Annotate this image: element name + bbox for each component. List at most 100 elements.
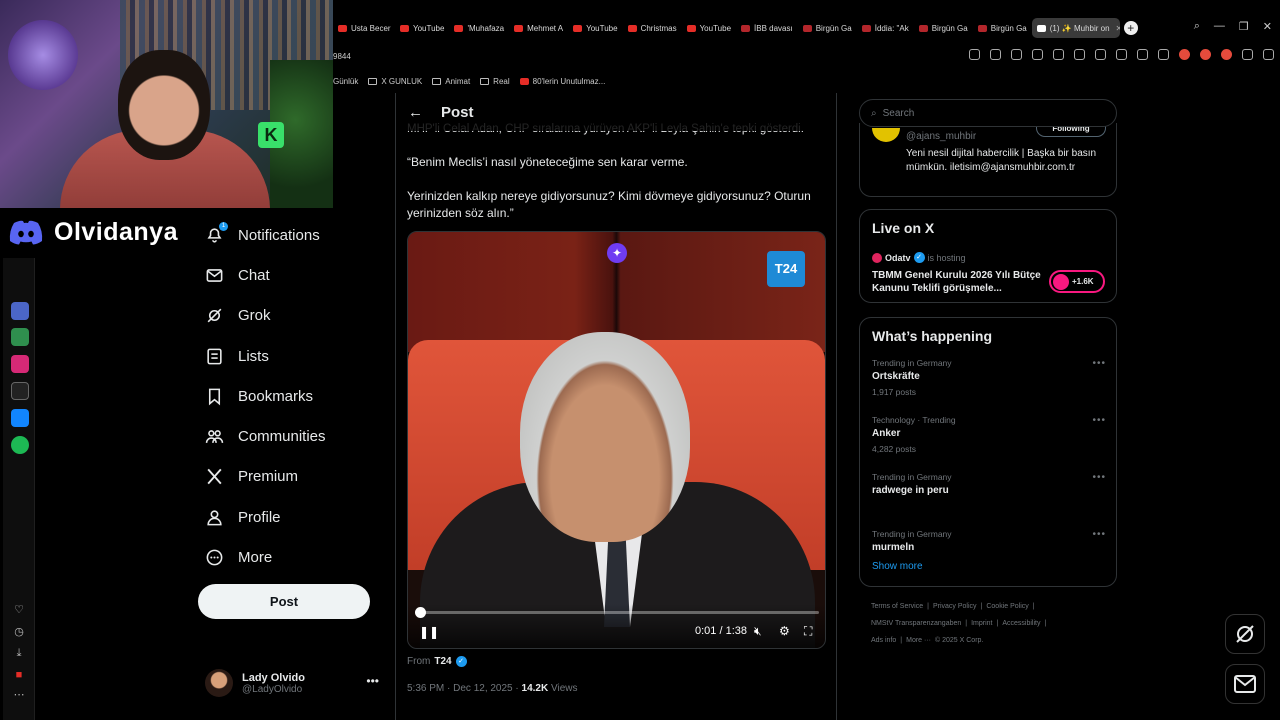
footer-link[interactable]: Imprint [971, 620, 992, 627]
footer-link[interactable]: Cookie Policy [986, 603, 1028, 610]
search-box[interactable]: ⌕ [859, 99, 1117, 127]
video-progress-bar[interactable] [415, 607, 819, 618]
trend-more-icon[interactable]: ••• [1092, 415, 1106, 426]
play-icon[interactable] [1074, 49, 1085, 60]
ublock-icon[interactable] [1221, 49, 1232, 60]
edit-icon[interactable] [990, 49, 1001, 60]
trend-item[interactable]: Trending in Germany Ortskräfte 1,917 posts… [872, 358, 1106, 397]
browser-tab[interactable]: İddia: "Ak [857, 18, 914, 38]
live-broadcast-title[interactable]: TBMM Genel Kurulu 2026 Yılı Bütçe Kanunu… [872, 269, 1042, 295]
trend-more-icon[interactable]: ••• [1092, 472, 1106, 483]
nav-item-notifications[interactable]: 1 Notifications [195, 215, 395, 255]
account-more-icon[interactable]: ••• [366, 674, 379, 688]
more-dots-icon[interactable]: ⋯ [12, 688, 26, 702]
download-icon[interactable] [1137, 49, 1148, 60]
browser-tab[interactable]: İBB davası [736, 18, 798, 38]
close-tab-icon[interactable]: ✕ [1116, 24, 1120, 33]
live-host[interactable]: Odatv ✓ is hosting [872, 252, 966, 263]
bookmark-item[interactable]: Günlük [333, 77, 358, 86]
nav-item-lists[interactable]: Lists [195, 336, 395, 376]
fullscreen-icon[interactable]: ⛶ [804, 624, 812, 639]
live-listeners-pill[interactable]: +1.6K [1049, 270, 1105, 293]
app-a-icon[interactable] [11, 302, 29, 320]
menu-icon[interactable] [1158, 49, 1169, 60]
screenshot-icon[interactable] [1011, 49, 1022, 60]
nav-item-grok[interactable]: Grok [195, 296, 395, 336]
extension-icon[interactable] [1053, 49, 1064, 60]
profile-handle[interactable]: @ajans_muhbir [906, 131, 976, 142]
x-app-icon[interactable] [11, 382, 29, 400]
spotify-icon[interactable] [11, 436, 29, 454]
browser-tab[interactable]: Mehmet A [509, 18, 568, 38]
video-player[interactable]: ✦ T24 ❚❚ 0:01 / 1:38 🔇︎ ⚙ ⛶ [407, 231, 826, 649]
video-scrubber-handle[interactable] [415, 607, 427, 618]
mute-icon[interactable]: 🔇︎ [754, 624, 762, 639]
lock-icon[interactable] [1242, 49, 1253, 60]
maximize-button[interactable]: ❐ [1239, 20, 1249, 33]
browser-tab[interactable]: Birgün Ga [914, 18, 973, 38]
nav-item-chat[interactable]: Chat [195, 255, 395, 295]
trend-more-icon[interactable]: ••• [1092, 358, 1106, 369]
footer-link[interactable]: NMStV Transparenzangaben [871, 620, 961, 627]
browser-tab[interactable]: Birgün Ga [973, 18, 1032, 38]
footer-link[interactable]: Terms of Service [871, 603, 923, 610]
instagram-icon[interactable] [11, 355, 29, 373]
profile-icon[interactable] [1179, 49, 1190, 60]
footer-link[interactable]: Ads info [871, 637, 896, 644]
footer-link[interactable]: More ··· [906, 637, 931, 644]
nav-item-profile[interactable]: Profile [195, 497, 395, 537]
nav-item-more[interactable]: More [195, 537, 395, 577]
messages-fab[interactable] [1225, 664, 1265, 704]
settings-icon[interactable] [1263, 49, 1274, 60]
bookmark-item[interactable]: Animat [432, 77, 470, 86]
source-link[interactable]: T24 [434, 656, 451, 667]
close-window-button[interactable]: ✕ [1263, 20, 1272, 33]
browser-tab[interactable]: YouTube [568, 18, 622, 38]
post-button[interactable]: Post [198, 584, 370, 619]
browser-tab[interactable]: Christmas [623, 18, 682, 38]
heart-icon[interactable] [1116, 49, 1127, 60]
history-icon[interactable]: ◷ [12, 625, 26, 639]
vivaldi-icon[interactable] [1200, 49, 1211, 60]
browser-tab[interactable]: Birgün Ga [798, 18, 857, 38]
star-icon[interactable] [1095, 49, 1106, 60]
browser-tab[interactable]: YouTube [682, 18, 736, 38]
youtube-side-icon[interactable]: ■ [12, 668, 26, 682]
zoom-icon[interactable] [969, 49, 980, 60]
chatgpt-icon[interactable] [11, 328, 29, 346]
grok-fab[interactable] [1225, 614, 1265, 654]
browser-tab[interactable]: 'Muhafaza [449, 18, 509, 38]
gear-icon[interactable]: ⚙ [779, 624, 790, 638]
new-tab-button[interactable]: + [1123, 21, 1138, 35]
heart-outline-icon[interactable]: ♡ [12, 603, 26, 617]
trend-more-icon[interactable]: ••• [1092, 529, 1106, 540]
bookmark-item[interactable]: Real [480, 77, 510, 86]
trend-item[interactable]: Technology · Trending Anker 4,282 posts ••• [872, 415, 1106, 454]
browser-tab[interactable]: YouTube [395, 18, 449, 38]
nav-item-bookmarks[interactable]: Bookmarks [195, 376, 395, 416]
bookmark-item[interactable]: X GUNLUK [368, 77, 422, 86]
search-tabs-icon[interactable]: ⌕ [1194, 20, 1200, 33]
footer-link[interactable]: © 2025 X Corp. [935, 637, 983, 644]
grok-sparkle-icon[interactable]: ✦ [607, 243, 627, 263]
post-timestamp[interactable]: 5:36 PM · Dec 12, 2025 · [407, 683, 519, 694]
ajans-muhbir-avatar[interactable] [872, 128, 900, 142]
account-switcher[interactable]: Lady Olvido @LadyOlvido ••• [205, 668, 385, 698]
trend-item[interactable]: Trending in Germany radwege in peru ••• [872, 472, 1106, 496]
back-arrow-icon[interactable]: ← [408, 104, 423, 121]
show-more-link[interactable]: Show more [872, 561, 923, 572]
footer-link[interactable]: Accessibility [1002, 620, 1040, 627]
footer-link[interactable]: Privacy Policy [933, 603, 977, 610]
browser-tab[interactable]: Usta Becer [333, 18, 395, 38]
trend-item[interactable]: Trending in Germany murmeln ••• [872, 529, 1106, 553]
bluesky-icon[interactable] [11, 409, 29, 427]
shield-icon[interactable] [1032, 49, 1043, 60]
nav-item-communities[interactable]: Communities [195, 416, 395, 456]
bookmark-item[interactable]: 80'lerin Unutulmaz... [519, 77, 605, 86]
nav-item-premium[interactable]: Premium [195, 457, 395, 497]
search-input[interactable] [882, 107, 1083, 119]
downloads-icon[interactable]: ⤓ [12, 646, 26, 660]
address-bar[interactable]: 9844 [333, 45, 1280, 67]
browser-tab[interactable]: (1) ✨ Muhbir on ✕ [1031, 18, 1120, 38]
pause-icon[interactable]: ❚❚ [419, 625, 439, 639]
